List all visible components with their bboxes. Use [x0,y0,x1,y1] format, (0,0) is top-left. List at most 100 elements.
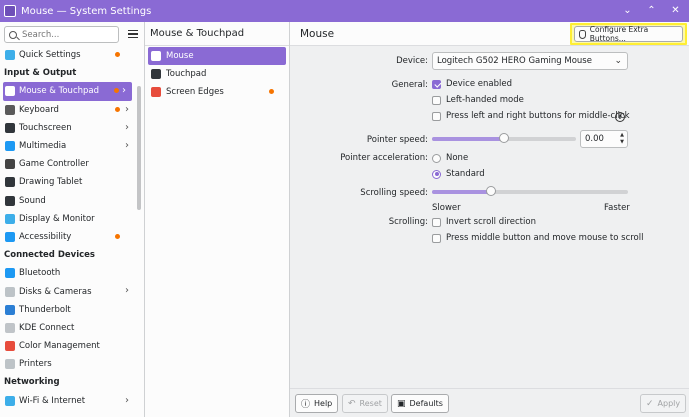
sidebar-item-thunderbolt[interactable]: Thunderbolt [0,301,135,319]
scrolling-speed-slider[interactable] [432,186,628,196]
left-handed-checkbox[interactable]: Left-handed mode [432,95,524,105]
sidebar-item-label: Printers [19,359,52,370]
chevron-down-icon: ⌄ [614,56,622,66]
spin-arrows-icon[interactable]: ▲ ▼ [620,132,624,146]
subcategory-item-screen-edges[interactable]: Screen Edges [148,83,286,101]
pointer-speed-label: Pointer speed: [366,135,428,145]
sidebar-item-label: Keyboard [19,104,59,115]
sidebar-item-accessibility[interactable]: Accessibility [0,228,135,246]
notification-dot [115,233,120,239]
quick-settings-icon [5,50,15,61]
wifi-icon [5,395,15,406]
sidebar-item-label: Game Controller [19,159,89,170]
accel-standard-label: Standard [446,169,485,179]
checkbox-checked-icon [432,79,441,89]
sidebar-item-label: Color Management [19,341,100,352]
minimize-icon[interactable]: ⌄ [620,3,635,18]
sidebar-item-color-management[interactable]: Color Management [0,337,135,355]
sidebar-item-quick-settings[interactable]: Quick Settings [0,46,135,64]
sidebar-item-bluetooth[interactable]: Bluetooth [0,264,135,282]
search-icon [9,30,17,39]
sidebar-item-label: Wi-Fi & Internet [19,395,86,406]
search-box[interactable] [4,26,119,43]
accel-standard-radio[interactable]: Standard [432,169,485,179]
reset-icon: ↶ [348,398,356,409]
slider-fill [432,190,491,194]
configure-extra-buttons-button[interactable]: Configure Extra Buttons... [574,25,683,43]
sidebar-item-label: Mouse & Touchpad [19,86,100,97]
device-enabled-checkbox[interactable]: Device enabled [432,79,512,89]
disks-icon [5,286,15,297]
sidebar-item-wi-fi-internet[interactable]: Wi-Fi & Internet › [0,392,135,410]
sidebar-item-multimedia[interactable]: Multimedia › [0,137,135,155]
touchpad-icon [151,69,161,79]
sidebar-item-mouse-touchpad[interactable]: Mouse & Touchpad › [3,82,132,101]
maximize-icon[interactable]: ⌃ [644,3,659,18]
sidebar-scrollbar[interactable] [137,86,141,210]
sidebar-item-label: Drawing Tablet [19,177,83,188]
checkbox-icon [432,95,441,105]
subcategory-title: Mouse & Touchpad [145,22,289,46]
title-bar: Mouse — System Settings ⌄ ⌃ ✕ [0,0,689,22]
device-select[interactable]: Logitech G502 HERO Gaming Mouse ⌄ [432,52,628,70]
accel-none-radio[interactable]: None [432,153,468,163]
apply-label: Apply [657,399,681,408]
sidebar-item-printers[interactable]: Printers [0,355,135,373]
sidebar-item-label: Accessibility [19,231,72,242]
defaults-button[interactable]: ▣ Defaults [391,394,449,413]
radio-selected-icon [432,169,441,179]
sidebar-item-drawing-tablet[interactable]: Drawing Tablet [0,173,135,191]
apply-button[interactable]: ✓ Apply [640,394,687,413]
defaults-label: Defaults [409,399,443,408]
slower-label: Slower [432,203,461,213]
sidebar-item-label: Display & Monitor [19,213,95,224]
device-enabled-label: Device enabled [446,79,512,89]
chevron-right-icon: › [125,103,129,115]
system-settings-icon [4,5,16,17]
middle-scroll-label: Press middle button and move mouse to sc… [446,233,644,243]
sidebar-item-touchscreen[interactable]: Touchscreen › [0,119,135,137]
subcategory-item-label: Mouse [166,51,194,61]
mouse-icon [579,29,586,39]
sidebar-item-display-monitor[interactable]: Display & Monitor [0,210,135,228]
gamepad-icon [5,159,15,170]
sidebar-item-label: Thunderbolt [19,304,71,315]
help-button[interactable]: ⓘ Help [295,394,339,413]
general-label: General: [391,80,428,90]
sidebar-item-game-controller[interactable]: Game Controller [0,155,135,173]
hamburger-menu-icon[interactable] [128,30,138,38]
search-input[interactable] [22,29,112,40]
sidebar-item-keyboard[interactable]: Keyboard › [0,101,135,119]
close-icon[interactable]: ✕ [668,3,683,18]
subcategory-list: Mouse Touchpad Screen Edges [145,47,289,101]
reset-button[interactable]: ↶ Reset [342,394,388,413]
mouse-icon [151,51,161,61]
slider-handle[interactable] [499,133,509,143]
configure-button-highlight: Configure Extra Buttons... [570,23,687,45]
pointer-speed-slider[interactable] [432,133,576,143]
sidebar-section-header: Connected Devices [4,250,95,261]
slider-fill [432,137,504,141]
sidebar-item-sound[interactable]: Sound [0,192,135,210]
subcategory-item-touchpad[interactable]: Touchpad [148,65,286,83]
sidebar-item-kde-connect[interactable]: KDE Connect [0,319,135,337]
accessibility-icon [5,231,15,242]
invert-scroll-checkbox[interactable]: Invert scroll direction [432,217,536,227]
subcategory-item-mouse[interactable]: Mouse [148,47,286,65]
middle-scroll-checkbox[interactable]: Press middle button and move mouse to sc… [432,233,643,243]
pointer-speed-spinbox[interactable]: 0.00 ▲ ▼ [580,130,628,148]
middle-click-checkbox[interactable]: Press left and right buttons for middle-… [432,111,630,121]
slider-handle[interactable] [485,186,496,196]
notification-dot [114,88,119,94]
info-icon[interactable]: i [615,112,625,122]
multimedia-icon [5,141,15,152]
display-icon [5,213,15,224]
sidebar-section-header: Input & Output [4,68,77,79]
tablet-icon [5,177,15,188]
chevron-right-icon: › [125,394,129,406]
apply-icon: ✓ [646,398,654,409]
sidebar-item-disks-cameras[interactable]: Disks & Cameras › [0,282,135,300]
screen-edges-icon [151,87,161,97]
sidebar-item-label: KDE Connect [19,322,75,333]
configure-extra-buttons-label: Configure Extra Buttons... [589,25,649,43]
